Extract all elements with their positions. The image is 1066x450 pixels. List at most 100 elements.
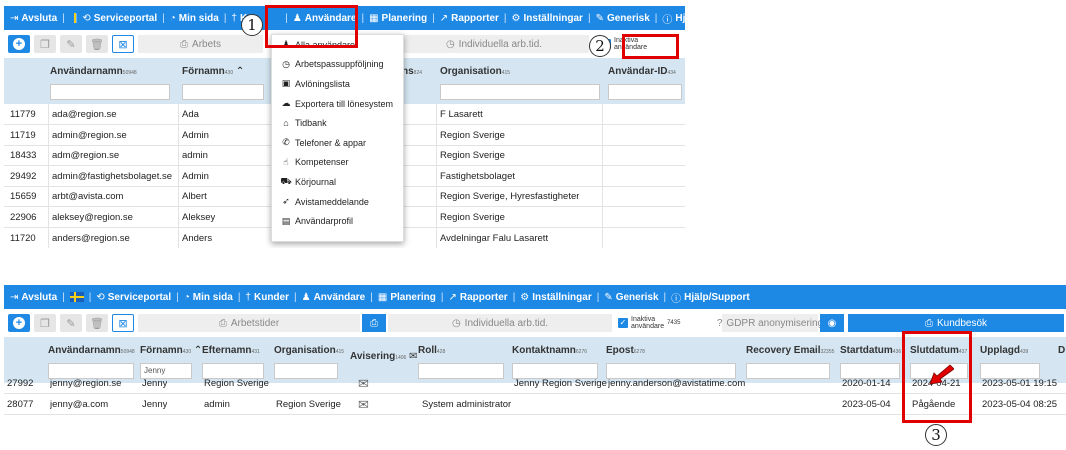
cell-kontakt: Jenny Region Sverige — [514, 378, 607, 389]
cell-id: 29492 — [10, 170, 37, 182]
excel-icon: ⊠ — [118, 38, 128, 51]
cell-first: Aleksey — [182, 212, 216, 223]
excel-export-button[interactable]: ⊠ — [112, 314, 134, 332]
cell-org: Region Sverige — [440, 150, 505, 162]
cell-first: Anders — [182, 232, 213, 244]
nav-serviceportal[interactable]: ⟲ Serviceportal — [96, 292, 171, 303]
print-icon: ⎙ — [180, 38, 189, 50]
nav-kunder[interactable]: † Kunder — [245, 292, 289, 303]
nav-planering[interactable]: ▦ Planering — [369, 13, 427, 24]
nav-installningar[interactable]: ⚙ Inställningar — [520, 292, 591, 303]
cell-user: ada@region.se — [52, 109, 117, 120]
cell-first: Jenny — [142, 399, 168, 410]
cell-org: F Lasarett — [440, 109, 483, 120]
nav-planering[interactable]: ▦ Planering — [378, 292, 436, 303]
chart-line-icon: ↗ — [448, 291, 457, 303]
add-button[interactable]: + — [8, 35, 30, 53]
cell-org: Region Sverige, Hyresfastigheter — [440, 191, 580, 203]
money-icon: ▣ — [281, 78, 291, 89]
print-icon: ⎙ — [924, 317, 933, 329]
anvandare-dropdown-menu: ♟ Alla användare ◷ Arbetspassuppföljning ▣ Av… — [271, 34, 404, 242]
nav-rapporter[interactable]: ↗ Rapporter — [449, 292, 508, 303]
pencil-icon: ✎ — [66, 38, 76, 51]
arbetstider-button[interactable]: ⎙ Arbets — [138, 35, 263, 53]
calendar-icon: ▦ — [377, 291, 388, 303]
car-icon: ⛟ — [280, 175, 292, 186]
arbetstider-button[interactable]: ⎙ Arbetstider — [138, 314, 360, 332]
copy-button[interactable]: ❐ — [34, 35, 56, 53]
swedish-flag-icon[interactable] — [69, 292, 84, 302]
gears-icon: ⚙ — [511, 12, 521, 24]
nav-avsluta[interactable]: ⇥ Avsluta — [10, 292, 57, 303]
menu-item-car[interactable]: ⛟ Körjournal — [272, 172, 403, 192]
nav-serviceportal[interactable]: ⟲ Serviceportal — [82, 13, 157, 24]
callout-3: 3 — [925, 424, 947, 446]
column-username[interactable]: Användarnamn50948 — [50, 58, 170, 104]
envelope-icon[interactable]: ✉ — [358, 373, 369, 394]
cell-first: Jenny — [142, 378, 168, 389]
logout-icon: ⇥ — [10, 291, 19, 303]
plus-icon: + — [13, 317, 25, 329]
add-button[interactable]: + — [8, 314, 30, 332]
individuella-arbtid-button[interactable]: ◷ Individuella arb.tid. — [399, 35, 589, 53]
nav-min-sida[interactable]: ◔ Min sida — [184, 292, 233, 303]
edit-button[interactable]: ✎ — [60, 314, 82, 332]
menu-item-thumbs-up[interactable]: ☝ Kompetenser — [272, 153, 403, 173]
userid-filter-input[interactable] — [608, 84, 682, 100]
clock-icon: ◷ — [451, 317, 461, 329]
cell-id: 11779 — [10, 109, 36, 120]
nav-min-sida[interactable]: ◔ Min sida — [170, 13, 219, 24]
username-filter-input[interactable] — [50, 84, 170, 100]
edit-button[interactable]: ✎ — [60, 35, 82, 53]
dashboard-icon: ◔ — [183, 291, 190, 303]
firstname-filter-input[interactable] — [182, 84, 264, 100]
inaktiva-anvandare-checkbox[interactable]: ✓ Inaktiva användare 7435 — [618, 316, 722, 330]
nav-rapporter[interactable]: ↗ Rapporter — [440, 13, 499, 24]
cell-last: Region Sverige — [204, 378, 269, 389]
nav-installningar[interactable]: ⚙ Inställningar — [512, 13, 583, 24]
chart-line-icon: ↗ — [439, 12, 449, 24]
trash-icon: 🗑 — [90, 38, 104, 51]
delete-button[interactable]: 🗑 — [86, 314, 108, 332]
thumbs-up-icon: ☝ — [283, 156, 289, 167]
menu-item-clock[interactable]: ◷ Arbetspassuppföljning — [272, 55, 403, 75]
nav-avsluta[interactable]: ⇥ Avsluta — [10, 13, 57, 24]
cell-first: admin — [182, 150, 208, 162]
organisation-filter-input[interactable] — [440, 84, 600, 100]
column-firstname[interactable]: Förnamn430 ⌃ — [182, 58, 268, 104]
copy-button[interactable]: ❐ — [34, 314, 56, 332]
cell-id: 28077 — [7, 399, 34, 410]
id-card-icon: ▤ — [281, 215, 291, 226]
nav-anvandare[interactable]: ♟ Användare — [302, 292, 366, 303]
menu-item-paper-plane[interactable]: ➶ Avistameddelande — [272, 192, 403, 212]
menu-item-money[interactable]: ▣ Avlöningslista — [272, 74, 403, 94]
menu-item-phone[interactable]: ✆ Telefoner & appar — [272, 133, 403, 153]
column-lastname[interactable]: ns824 — [402, 58, 432, 104]
refresh-icon: ⟲ — [82, 12, 91, 24]
menu-item-cloud-upload[interactable]: ☁ Exportera till lönesystem — [272, 94, 403, 114]
cell-id: 27992 — [7, 378, 34, 389]
column-organisation[interactable]: Organisation415 — [440, 58, 600, 104]
envelope-icon[interactable]: ✉ — [358, 394, 369, 415]
nav-hjalp[interactable]: ⓘHjälp/Support — [662, 11, 685, 26]
eye-button[interactable]: ◉ — [820, 314, 844, 332]
cloud-upload-icon: ☁ — [281, 98, 291, 109]
gdpr-anonymisering-button[interactable]: ? GDPR anonymisering — [717, 314, 823, 332]
column-userid[interactable]: Användar-ID434 — [608, 58, 684, 104]
cell-user: admin@region.se — [52, 129, 127, 141]
excel-export-button[interactable]: ⊠ — [112, 35, 134, 53]
nav-generisk[interactable]: ✎ Generisk — [604, 292, 658, 303]
cell-user: arbt@avista.com — [52, 191, 124, 203]
menu-item-bank[interactable]: ⌂ Tidbank — [272, 113, 403, 133]
wrench-icon: ✎ — [595, 12, 604, 24]
individuella-arbtid-button[interactable]: ◷ Individuella arb.tid. — [388, 314, 612, 332]
nav-generisk[interactable]: ✎ Generisk — [596, 13, 650, 24]
nav-hjalp[interactable]: ⓘHjälp/Support — [671, 290, 750, 305]
kundbesok-button[interactable]: ⎙ Kundbesök — [848, 314, 1064, 332]
print-button[interactable]: ⎙ — [362, 314, 386, 332]
toolbar-2: + ❐ ✎ 🗑 ⊠ ⎙ Arbetstider ⎙ ◷ Individuella a… — [4, 313, 1066, 333]
cell-id: 22906 — [10, 212, 37, 223]
clock-icon: ◷ — [282, 58, 290, 69]
menu-item-id-card[interactable]: ▤ Användarprofil — [272, 211, 403, 231]
delete-button[interactable]: 🗑 — [86, 35, 108, 53]
